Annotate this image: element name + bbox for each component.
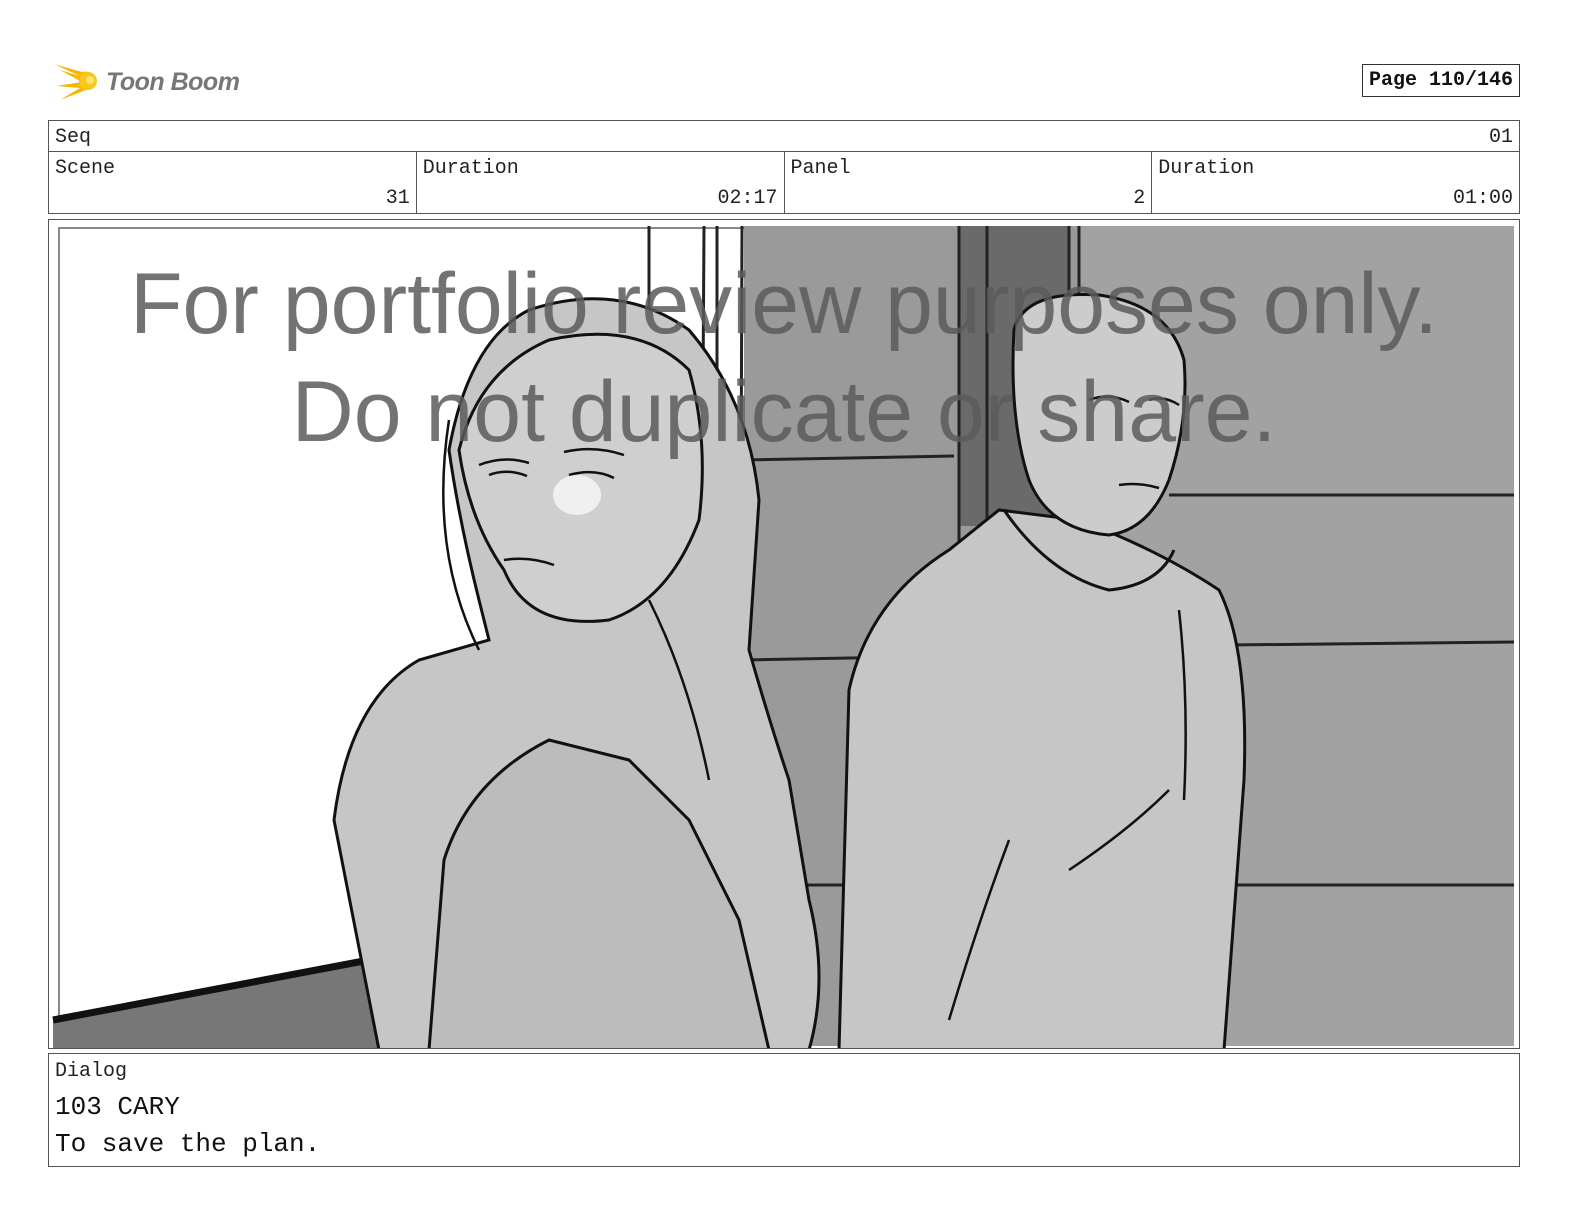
scene-label: Scene	[55, 157, 116, 180]
scene-duration-value: 02:17	[717, 187, 778, 210]
page-indicator: Page 110/146	[1361, 64, 1520, 97]
starburst-logo-icon	[54, 64, 97, 100]
scene-value: 31	[385, 187, 410, 210]
dialog-text: To save the plan.	[55, 1129, 321, 1159]
dialog-speaker: 103 CARY	[55, 1092, 180, 1122]
storyboard-header: Seq 01 Scene 31 Duration 02:17 Panel 2 D…	[48, 120, 1520, 214]
dialog-box: Dialog 103 CARY To save the plan.	[48, 1053, 1520, 1167]
panel-duration-value: 01:00	[1452, 187, 1513, 210]
panel-label: Panel	[790, 157, 851, 180]
storyboard-panel: For portfolio review purposes only. Do n…	[48, 219, 1520, 1049]
scene-duration-label: Duration	[422, 157, 519, 180]
panel-sketch	[52, 225, 1515, 1048]
scene-cell: Scene 31	[49, 152, 417, 213]
panel-value: 2	[1133, 187, 1146, 210]
panel-cell: Panel 2	[785, 152, 1153, 213]
logo-text: Toon Boom	[106, 67, 240, 96]
seq-value: 01	[1488, 126, 1513, 149]
dialog-label: Dialog	[55, 1060, 128, 1083]
panel-duration-label: Duration	[1158, 157, 1255, 180]
toon-boom-logo: Toon Boom	[50, 56, 240, 108]
seq-row: Seq 01	[49, 121, 1519, 152]
seq-label: Seq	[55, 126, 92, 149]
info-row: Scene 31 Duration 02:17 Panel 2 Duration…	[49, 152, 1519, 213]
panel-duration-cell: Duration 01:00	[1152, 152, 1519, 213]
scene-duration-cell: Duration 02:17	[417, 152, 785, 213]
